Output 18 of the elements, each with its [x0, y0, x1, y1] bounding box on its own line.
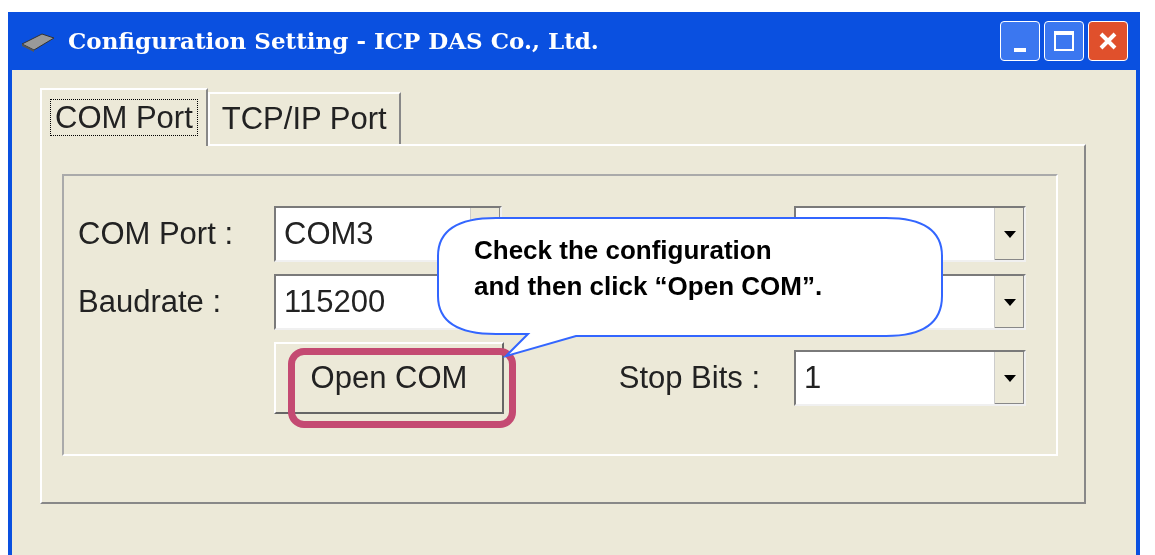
caret-down-icon: [1003, 374, 1016, 382]
close-icon: [1098, 31, 1118, 51]
field-label: COM Port :: [78, 214, 234, 253]
close-button[interactable]: [1088, 21, 1128, 61]
dropdown-arrow-button[interactable]: [994, 352, 1024, 404]
caret-down-icon: [1003, 230, 1016, 238]
minimize-button[interactable]: [1000, 21, 1040, 61]
dropdown-field[interactable]: 1: [794, 350, 1026, 406]
dropdown-arrow-button[interactable]: [994, 276, 1024, 328]
caret-down-icon: [1003, 298, 1016, 306]
device-icon: [20, 30, 56, 52]
tab[interactable]: TCP/IP Port: [207, 92, 401, 144]
field-label: Baudrate :: [78, 282, 223, 321]
tab[interactable]: COM Port: [40, 88, 208, 146]
field-label: Stop Bits :: [618, 359, 760, 395]
window-title: Configuration Setting - ICP DAS Co., Ltd.: [68, 25, 599, 56]
dropdown-arrow-button[interactable]: [994, 208, 1024, 260]
maximize-button[interactable]: [1044, 21, 1084, 61]
